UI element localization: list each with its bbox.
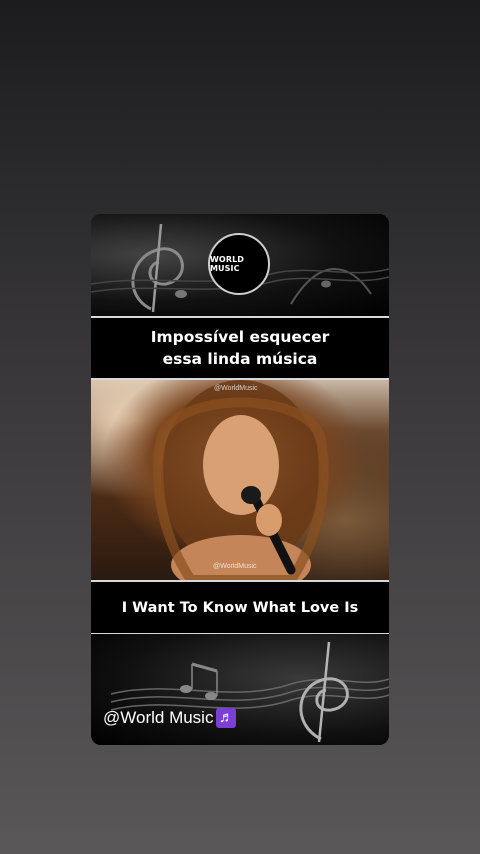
world-music-logo: WORLD MUSIC: [208, 233, 270, 295]
story-card: WORLD MUSIC Impossível esquecer essa lin…: [91, 214, 389, 745]
music-staff-artwork: [110, 641, 389, 743]
caption-text: Impossível esquecer essa linda música: [151, 326, 329, 370]
top-music-artwork: WORLD MUSIC: [91, 214, 389, 316]
singer-image: [153, 380, 329, 580]
handle-text: @World Music: [103, 708, 214, 727]
caption-line-2: essa linda música: [162, 350, 318, 368]
bottom-music-artwork: @World Music ♬: [91, 634, 389, 745]
watermark-top: @WorldMusic: [214, 385, 258, 392]
logo-text: WORLD MUSIC: [210, 255, 245, 273]
caption-line-1: Impossível esquecer: [150, 328, 330, 346]
caption-band: Impossível esquecer essa linda música: [91, 318, 389, 378]
song-title-band: I Want To Know What Love Is: [91, 582, 389, 633]
watermark-bottom: @WorldMusic: [213, 563, 257, 570]
music-note-icon: ♬: [216, 708, 237, 728]
account-handle: @World Music ♬: [103, 708, 237, 728]
video-frame[interactable]: @WorldMusic @WorldMusic: [91, 380, 389, 580]
song-title: I Want To Know What Love Is: [121, 599, 359, 616]
